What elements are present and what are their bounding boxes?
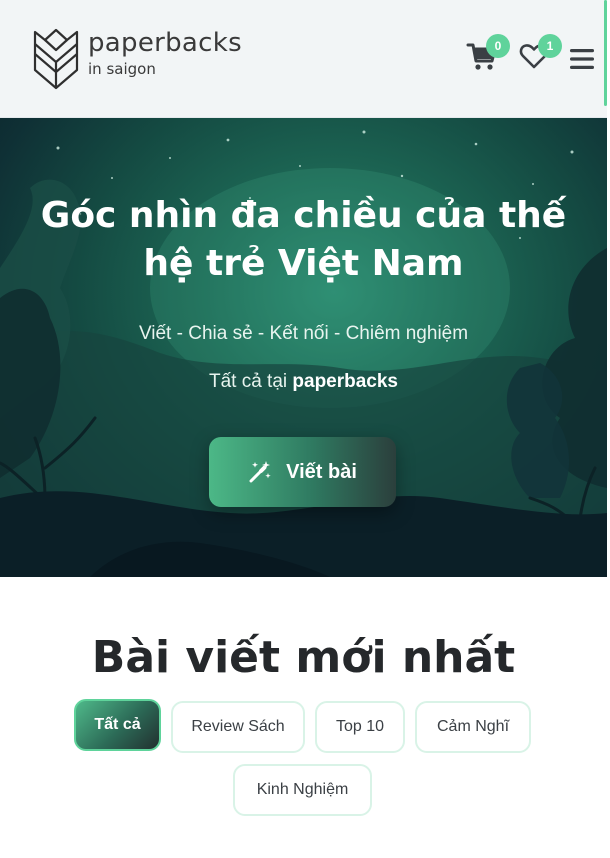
filter-chip-top-10[interactable]: Top 10 — [315, 701, 405, 753]
filter-chip-all[interactable]: Tất cả — [74, 699, 161, 751]
scroll-indicator — [604, 0, 607, 106]
magic-wand-icon — [249, 461, 271, 483]
logo-subtitle: in saigon — [88, 60, 156, 78]
site-header: paperbacks in saigon 0 1 — [0, 0, 607, 118]
filter-chip-kinh-nghiem[interactable]: Kinh Nghiệm — [233, 764, 372, 816]
hero-title: Góc nhìn đa chiều của thế hệ trẻ Việt Na… — [40, 195, 567, 284]
cart-button[interactable]: 0 — [466, 34, 510, 76]
wishlist-button[interactable]: 1 — [518, 34, 562, 76]
hero-subtitle-prefix: Tất cả tại — [208, 371, 293, 392]
logo[interactable]: paperbacks in saigon — [32, 24, 242, 90]
logo-title: paperbacks — [88, 28, 242, 58]
write-post-button[interactable]: Viết bài — [209, 437, 396, 507]
wishlist-count-badge: 1 — [538, 34, 562, 58]
filter-chip-review-sach[interactable]: Review Sách — [171, 701, 305, 753]
write-post-label: Viết bài — [286, 460, 357, 483]
section-title: Bài viết mới nhất — [91, 632, 516, 683]
hero-banner: Góc nhìn đa chiều của thế hệ trẻ Việt Na… — [0, 118, 607, 577]
logo-book-icon — [33, 28, 79, 90]
filter-chip-cam-nghi[interactable]: Cảm Nghĩ — [415, 701, 531, 753]
hero-tagline: Viết - Chia sẻ - Kết nối - Chiêm nghiệm — [138, 323, 469, 344]
menu-button[interactable] — [568, 44, 596, 74]
forest-night-illustration — [0, 130, 607, 577]
hero-subtitle-brand: paperbacks — [292, 371, 399, 392]
hero-subtitle: Tất cả tại paperbacks — [0, 371, 607, 393]
hamburger-menu-icon — [570, 49, 594, 69]
cart-count-badge: 0 — [486, 34, 510, 58]
